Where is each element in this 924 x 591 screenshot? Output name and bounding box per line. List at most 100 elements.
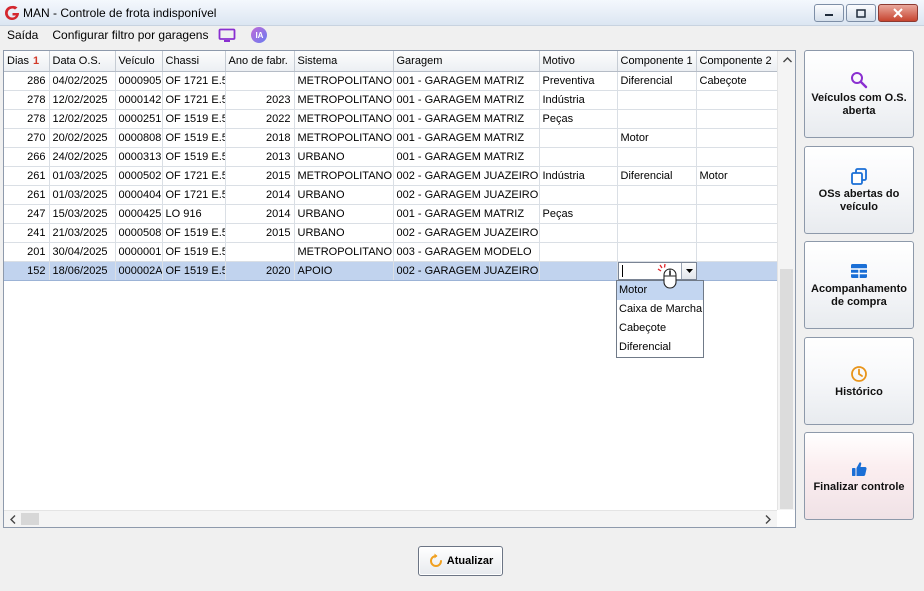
col-header-chassi[interactable]: Chassi xyxy=(162,51,226,72)
cell-data[interactable]: 21/03/2025 xyxy=(49,223,116,243)
cell-ano[interactable]: 2022 xyxy=(225,109,295,129)
cell-comp1[interactable] xyxy=(617,223,697,243)
dropdown-option[interactable]: Caixa de Marcha xyxy=(617,300,703,319)
history-button[interactable]: Histórico xyxy=(804,337,914,425)
cell-ano[interactable]: 2014 xyxy=(225,185,295,205)
cell-motivo[interactable]: Preventiva xyxy=(539,71,618,91)
cell-comp1[interactable]: Motor xyxy=(617,128,697,148)
cell-chassi[interactable]: OF 1519 E.5 xyxy=(162,242,226,262)
cell-comp2[interactable] xyxy=(696,128,778,148)
cell-comp2[interactable]: Cabeçote xyxy=(696,71,778,91)
dropdown-option[interactable]: Cabeçote xyxy=(617,319,703,338)
cell-garagem[interactable]: 001 - GARAGEM MATRIZ xyxy=(393,90,540,110)
cell-comp1[interactable]: Diferencial xyxy=(617,166,697,186)
cell-dias[interactable]: 241 xyxy=(4,223,50,243)
cell-motivo[interactable] xyxy=(539,185,618,205)
cell-veiculo[interactable]: 0000142 xyxy=(115,90,163,110)
cell-chassi[interactable]: OF 1721 E.5 xyxy=(162,71,226,91)
scroll-right-icon[interactable] xyxy=(762,513,774,525)
table-row[interactable]: 270 20/02/2025 0000808 OF 1519 E.5 2018 METRO… xyxy=(4,128,778,148)
cell-ano[interactable] xyxy=(225,242,295,262)
table-row[interactable]: 241 21/03/2025 0000508 OF 1519 E.5 2015 URBAN… xyxy=(4,223,778,243)
cell-comp2[interactable] xyxy=(696,204,778,224)
cell-sistema[interactable]: METROPOLITANO xyxy=(294,166,394,186)
dropdown-option[interactable]: Diferencial xyxy=(617,338,703,357)
cell-sistema[interactable]: URBANO xyxy=(294,185,394,205)
cell-ano[interactable]: 2023 xyxy=(225,90,295,110)
cell-veiculo[interactable]: 0000425 xyxy=(115,204,163,224)
cell-ano[interactable]: 2018 xyxy=(225,128,295,148)
cell-comp2[interactable] xyxy=(696,147,778,167)
cell-chassi[interactable]: LO 916 xyxy=(162,204,226,224)
col-header-componente-1[interactable]: Componente 1 xyxy=(617,51,697,72)
cell-sistema[interactable]: METROPOLITANO xyxy=(294,71,394,91)
cell-data[interactable]: 20/02/2025 xyxy=(49,128,116,148)
cell-comp2[interactable] xyxy=(696,242,778,262)
table-row[interactable]: 247 15/03/2025 0000425 LO 916 2014 URBANO 001 … xyxy=(4,204,778,224)
cell-garagem[interactable]: 001 - GARAGEM MATRIZ xyxy=(393,147,540,167)
cell-chassi[interactable]: OF 1519 E.5 xyxy=(162,147,226,167)
cell-comp1[interactable] xyxy=(617,147,697,167)
cell-dias[interactable]: 247 xyxy=(4,204,50,224)
cell-chassi[interactable]: OF 1519 E.5 xyxy=(162,109,226,129)
cell-comp1[interactable] xyxy=(617,90,697,110)
cell-comp1[interactable] xyxy=(617,204,697,224)
menu-config-filter[interactable]: Configurar filtro por garagens xyxy=(45,28,215,42)
table-row[interactable]: 278 12/02/2025 0000251 OF 1519 E.5 2022 METRO… xyxy=(4,109,778,129)
cell-garagem[interactable]: 002 - GARAGEM JUAZEIRO xyxy=(393,166,540,186)
cell-veiculo[interactable]: 0000251 xyxy=(115,109,163,129)
scroll-up-icon[interactable] xyxy=(781,54,793,66)
cell-chassi[interactable]: OF 1721 E.5 xyxy=(162,90,226,110)
col-header-motivo[interactable]: Motivo xyxy=(539,51,618,72)
cell-sistema[interactable]: METROPOLITANO xyxy=(294,242,394,262)
cell-dias[interactable]: 278 xyxy=(4,109,50,129)
vehicles-open-os-button[interactable]: Veículos com O.S. aberta xyxy=(804,50,914,138)
horizontal-scrollbar[interactable] xyxy=(4,510,777,527)
cell-garagem[interactable]: 002 - GARAGEM JUAZEIRO xyxy=(393,185,540,205)
monitor-icon[interactable] xyxy=(217,27,237,43)
close-button[interactable] xyxy=(878,4,918,22)
maximize-button[interactable] xyxy=(846,4,876,22)
cell-veiculo[interactable]: 0000313 xyxy=(115,147,163,167)
cell-comp1[interactable]: Diferencial xyxy=(617,71,697,91)
col-header-componente-2[interactable]: Componente 2 xyxy=(696,51,778,72)
cell-data[interactable]: 24/02/2025 xyxy=(49,147,116,167)
cell-sistema[interactable]: APOIO xyxy=(294,261,394,281)
table-row[interactable]: 201 30/04/2025 0000001 OF 1519 E.5 METROPOLI… xyxy=(4,242,778,262)
cell-comp1[interactable] xyxy=(617,185,697,205)
cell-chassi[interactable]: OF 1519 E.5 xyxy=(162,223,226,243)
vertical-scroll-thumb[interactable] xyxy=(780,269,793,509)
cell-ano[interactable]: 2013 xyxy=(225,147,295,167)
cell-ano[interactable] xyxy=(225,71,295,91)
cell-data[interactable]: 01/03/2025 xyxy=(49,185,116,205)
cell-veiculo[interactable]: 0000905 xyxy=(115,71,163,91)
cell-garagem[interactable]: 001 - GARAGEM MATRIZ xyxy=(393,71,540,91)
col-header-garagem[interactable]: Garagem xyxy=(393,51,540,72)
cell-data[interactable]: 30/04/2025 xyxy=(49,242,116,262)
cell-motivo[interactable] xyxy=(539,147,618,167)
scroll-left-icon[interactable] xyxy=(7,513,19,525)
table-row[interactable]: 266 24/02/2025 0000313 OF 1519 E.5 2013 URBAN… xyxy=(4,147,778,167)
cell-garagem[interactable]: 003 - GARAGEM MODELO xyxy=(393,242,540,262)
cell-ano[interactable]: 2015 xyxy=(225,166,295,186)
cell-sistema[interactable]: URBANO xyxy=(294,204,394,224)
cell-data[interactable]: 15/03/2025 xyxy=(49,204,116,224)
cell-comp2[interactable] xyxy=(696,223,778,243)
col-header-dias[interactable]: Dias 1 xyxy=(4,51,50,72)
cell-comp1[interactable] xyxy=(617,109,697,129)
componente-1-combo[interactable] xyxy=(618,262,697,280)
col-header-data-os[interactable]: Data O.S. xyxy=(49,51,116,72)
col-header-veiculo[interactable]: Veículo xyxy=(115,51,163,72)
cell-ano[interactable]: 2020 xyxy=(225,261,295,281)
menu-exit[interactable]: Saída xyxy=(0,28,45,42)
cell-comp2[interactable] xyxy=(696,109,778,129)
cell-motivo[interactable] xyxy=(539,261,618,281)
ia-icon[interactable]: IA xyxy=(251,27,268,43)
cell-garagem[interactable]: 002 - GARAGEM JUAZEIRO xyxy=(393,261,540,281)
cell-dias[interactable]: 261 xyxy=(4,166,50,186)
cell-veiculo[interactable]: 000002A xyxy=(115,261,163,281)
cell-veiculo[interactable]: 0000508 xyxy=(115,223,163,243)
finish-control-button[interactable]: Finalizar controle xyxy=(804,432,914,520)
cell-data[interactable]: 18/06/2025 xyxy=(49,261,116,281)
cell-dias[interactable]: 278 xyxy=(4,90,50,110)
